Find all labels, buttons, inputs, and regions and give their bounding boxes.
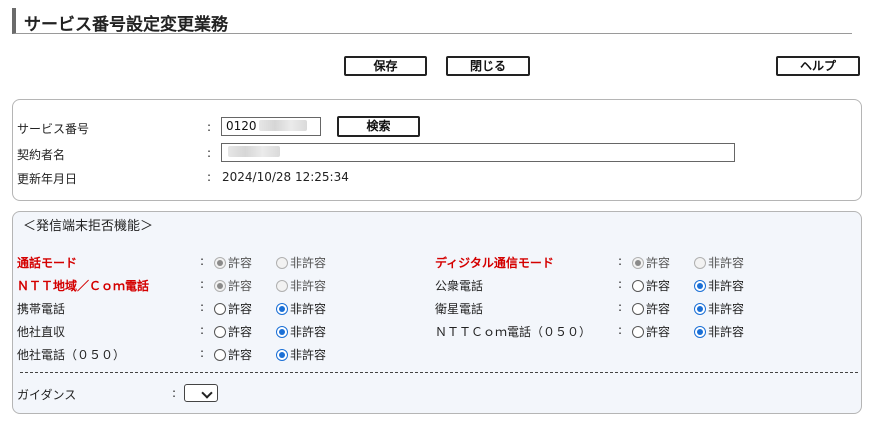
colon: : <box>200 323 205 337</box>
radio-button-icon[interactable] <box>694 303 706 315</box>
radio-allow[interactable]: 許容 <box>214 346 252 363</box>
radio-button-icon <box>214 280 226 292</box>
radio-label: 非許容 <box>708 279 745 293</box>
service-number-input[interactable]: 0120 <box>221 117 321 136</box>
service-number-value: 0120 <box>226 119 257 133</box>
radio-allow[interactable]: 許容 <box>632 277 670 294</box>
chevron-down-icon <box>201 387 213 399</box>
page-title: サービス番号設定変更業務 <box>24 15 228 35</box>
page-header: サービス番号設定変更業務 <box>12 8 852 35</box>
radio-button-icon[interactable] <box>694 280 706 292</box>
radio-label: 許容 <box>228 325 253 339</box>
radio-label: 許容 <box>646 302 671 316</box>
radio-button-icon[interactable] <box>214 349 226 361</box>
radio-label: 許容 <box>228 348 253 362</box>
contractor-name-label: 契約者名 <box>17 148 66 162</box>
guidance-label: ガイダンス <box>17 388 77 402</box>
radio-deny[interactable]: 非許容 <box>694 323 744 340</box>
radio-button-icon <box>276 257 288 269</box>
radio-label: 非許容 <box>290 256 327 270</box>
restriction-label: 公衆電話 <box>435 279 484 293</box>
colon: : <box>618 323 623 337</box>
radio-deny: 非許容 <box>276 254 326 271</box>
colon: : <box>207 146 212 160</box>
colon: : <box>618 254 623 268</box>
restriction-label: 他社直収 <box>17 325 66 339</box>
radio-label: 許容 <box>646 256 671 270</box>
restriction-label: ディジタル通信モード <box>435 256 554 270</box>
colon: : <box>172 386 177 400</box>
radio-label: 非許容 <box>708 302 745 316</box>
radio-label: 許容 <box>646 279 671 293</box>
radio-button-icon[interactable] <box>632 280 644 292</box>
redacted-mask <box>258 120 307 131</box>
radio-button-icon[interactable] <box>694 326 706 338</box>
radio-label: 非許容 <box>708 256 745 270</box>
save-button[interactable]: 保存 <box>344 56 427 76</box>
radio-deny[interactable]: 非許容 <box>276 300 326 317</box>
restriction-label: ＮＴＴ地域／Ｃｏｍ電話 <box>17 279 150 293</box>
restriction-label: 通話モード <box>17 256 78 270</box>
redacted-mask <box>228 146 280 157</box>
radio-deny: 非許容 <box>694 254 744 271</box>
radio-label: 非許容 <box>290 348 327 362</box>
radio-deny[interactable]: 非許容 <box>694 300 744 317</box>
radio-allow[interactable]: 許容 <box>632 300 670 317</box>
restriction-label: 衛星電話 <box>435 302 484 316</box>
radio-button-icon[interactable] <box>276 326 288 338</box>
restriction-label: 携帯電話 <box>17 302 66 316</box>
divider <box>20 372 858 373</box>
updated-date-label: 更新年月日 <box>17 172 78 186</box>
radio-label: 非許容 <box>708 325 745 339</box>
radio-label: 許容 <box>228 256 253 270</box>
radio-button-icon[interactable] <box>632 303 644 315</box>
radio-button-icon[interactable] <box>276 349 288 361</box>
radio-label: 非許容 <box>290 325 327 339</box>
radio-deny: 非許容 <box>276 277 326 294</box>
radio-button-icon[interactable] <box>214 326 226 338</box>
colon: : <box>200 300 205 314</box>
radio-button-icon <box>214 257 226 269</box>
radio-label: 非許容 <box>290 279 327 293</box>
updated-date-value: 2024/10/28 12:25:34 <box>222 170 349 184</box>
close-button[interactable]: 閉じる <box>446 56 530 76</box>
radio-deny[interactable]: 非許容 <box>276 346 326 363</box>
radio-allow[interactable]: 許容 <box>214 300 252 317</box>
radio-label: 許容 <box>646 325 671 339</box>
radio-allow: 許容 <box>214 254 252 271</box>
radio-button-icon <box>276 280 288 292</box>
help-button[interactable]: ヘルプ <box>776 56 860 76</box>
radio-deny[interactable]: 非許容 <box>276 323 326 340</box>
restriction-label: ＮＴＴＣｏｍ電話（０５０） <box>435 325 592 339</box>
colon: : <box>200 277 205 291</box>
service-number-label: サービス番号 <box>17 122 90 136</box>
radio-deny[interactable]: 非許容 <box>694 277 744 294</box>
radio-allow[interactable]: 許容 <box>632 323 670 340</box>
radio-button-icon[interactable] <box>214 303 226 315</box>
colon: : <box>200 346 205 360</box>
colon: : <box>618 277 623 291</box>
restriction-label: 他社電話（０５０） <box>17 348 126 362</box>
radio-allow: 許容 <box>632 254 670 271</box>
radio-button-icon[interactable] <box>276 303 288 315</box>
radio-button-icon[interactable] <box>632 326 644 338</box>
radio-label: 許容 <box>228 279 253 293</box>
radio-label: 許容 <box>228 302 253 316</box>
radio-button-icon <box>694 257 706 269</box>
radio-button-icon <box>632 257 644 269</box>
search-button[interactable]: 検索 <box>337 116 420 137</box>
guidance-select[interactable] <box>184 384 218 402</box>
colon: : <box>618 300 623 314</box>
radio-allow: 許容 <box>214 277 252 294</box>
colon: : <box>207 120 212 134</box>
contractor-name-input[interactable] <box>221 143 735 162</box>
section-title: ＜発信端末拒否機能＞ <box>23 219 154 234</box>
radio-label: 非許容 <box>290 302 327 316</box>
colon: : <box>207 170 212 184</box>
colon: : <box>200 254 205 268</box>
radio-allow[interactable]: 許容 <box>214 323 252 340</box>
